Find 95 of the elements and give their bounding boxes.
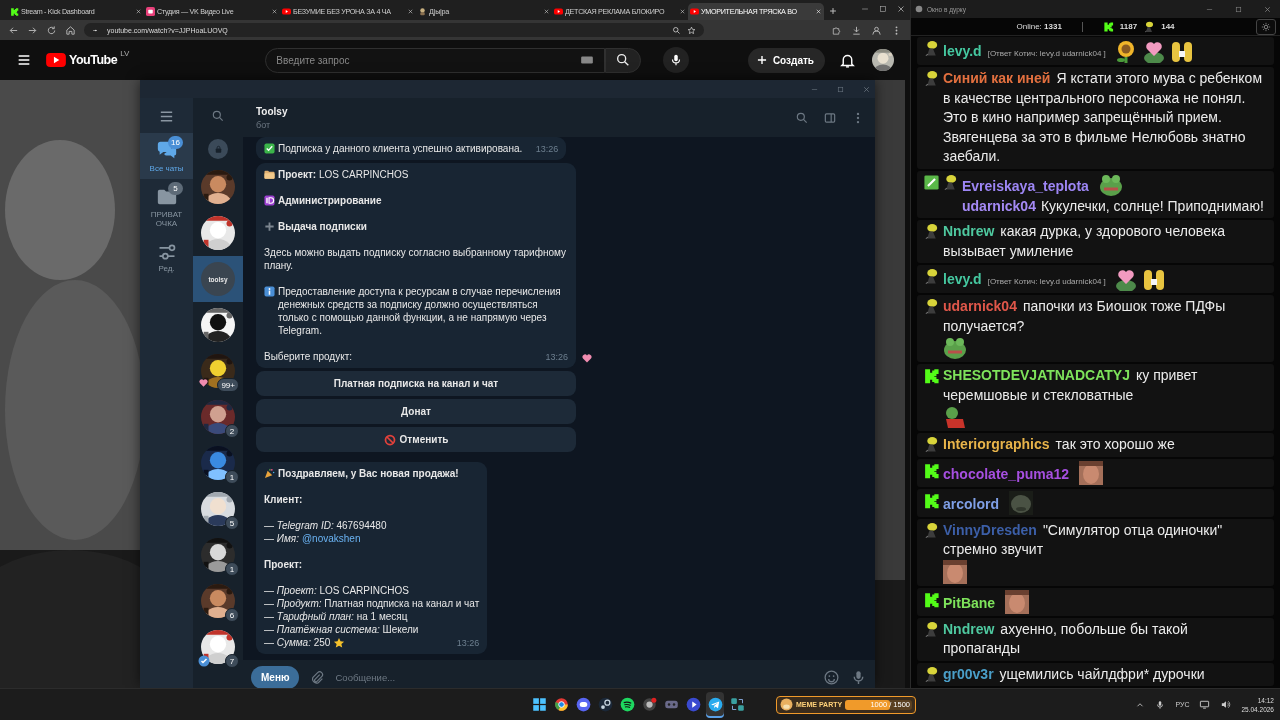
emote-icon [943, 336, 967, 360]
app-icon [418, 7, 427, 16]
home-icon[interactable] [65, 24, 76, 36]
emote-icon [1079, 460, 1104, 485]
emote-icon [1113, 267, 1138, 291]
message-text: gr00v3r ущемились чайлдфри* дурочки [943, 664, 1206, 684]
message-text: SHESOTDEVJATNADCATYJ ку привет черемшовые и стекловатные [943, 366, 1199, 405]
emote-icon [1098, 172, 1123, 197]
message-text: udarnick04 Кукулечки, солнце! Приподнимаю! [962, 196, 1265, 216]
figure-badge-icon [923, 298, 940, 315]
emote-icon [943, 405, 967, 429]
emote-icon [1005, 589, 1030, 614]
platform-badge-icon [10, 7, 19, 16]
forward-icon[interactable] [27, 24, 38, 36]
close-icon[interactable] [1263, 4, 1272, 14]
game-store-icon [597, 697, 613, 712]
music-app-icon [619, 697, 635, 712]
taskbar-app[interactable] [706, 691, 724, 718]
close-icon [679, 8, 686, 15]
close-icon [135, 8, 142, 15]
logo-text[interactable]: YouTube [69, 53, 118, 67]
message-text: Interiorgraphics так это хорошо же [943, 435, 1176, 454]
figure-badge-icon [923, 268, 940, 285]
figure-badge-icon [923, 40, 940, 57]
figure-badge-icon [942, 173, 959, 191]
mic-icon[interactable] [1155, 699, 1166, 710]
bookmark-icon[interactable] [687, 25, 696, 35]
platform-badge-icon [923, 491, 940, 509]
platform-badge-icon [923, 461, 940, 479]
menu-icon[interactable] [16, 52, 32, 68]
message-text: Nndrew какая дурка, у здорового человека вызывает умиление [943, 222, 1227, 261]
download-icon[interactable] [851, 24, 862, 36]
search-icon [672, 25, 681, 35]
maximize-icon[interactable] [878, 4, 888, 14]
message-text: VinnyDresden "Симулятор отца одиночки" стремно звучит [943, 520, 1224, 559]
emote-icon [943, 559, 967, 584]
message-text: chocolate_puma12 [943, 465, 1071, 484]
create-button[interactable]: Создать [747, 47, 825, 73]
figure-badge-icon [923, 665, 940, 683]
figure-badge-icon [923, 436, 940, 453]
maximize-icon[interactable] [1234, 4, 1243, 14]
figure-badge-icon [923, 223, 940, 240]
app-icon [729, 697, 745, 712]
platform-badge-icon [923, 590, 940, 608]
new-tab-icon[interactable] [828, 6, 838, 16]
voice-search-button[interactable] [663, 47, 690, 73]
message-text: PitBane [943, 594, 997, 613]
message-text: arcolord [943, 495, 1000, 514]
paper-plane-icon [707, 697, 723, 712]
profile-icon[interactable] [871, 24, 882, 36]
volume-icon[interactable] [1220, 699, 1232, 710]
play-logo-icon [554, 7, 563, 16]
play-logo-icon [282, 7, 291, 16]
figure-badge-icon [1143, 20, 1156, 33]
figure-badge-icon [923, 521, 940, 539]
close-icon [271, 8, 278, 15]
close-icon [543, 8, 550, 15]
viewer-count: 1187 [1119, 22, 1138, 31]
close-icon[interactable] [896, 4, 906, 14]
message-text: udarnick04 папочки из Биошок тоже ПДФы получается? [943, 297, 1227, 336]
viewer-count: 144 [1161, 22, 1175, 31]
extension-icon[interactable] [831, 24, 842, 36]
app-icon [641, 697, 657, 712]
settings-button[interactable] [1256, 19, 1276, 35]
monitor-icon[interactable] [1199, 699, 1211, 710]
play-logo-icon [46, 53, 66, 67]
platform-badge-icon [1102, 21, 1114, 32]
online-count: Online: 1331 [1016, 22, 1062, 31]
platform-badge-icon [923, 367, 940, 384]
close-icon [407, 8, 414, 15]
emote-icon [1141, 39, 1166, 63]
region-label: LV [120, 49, 130, 58]
reload-icon[interactable] [46, 24, 57, 36]
figure-badge-icon [923, 70, 940, 87]
start-icon [531, 697, 547, 712]
message-text: levy.d [Ответ Котич: levy.d udarnick04 ] [943, 41, 1107, 61]
message-text: Nndrew ахуенно, побольше бы такой пропаганды [943, 619, 1189, 658]
message-text: levy.d [Ответ Котич: levy.d udarnick04 ] [943, 269, 1107, 289]
message-text: Evreiskaya_teplota [962, 177, 1090, 196]
search-field[interactable]: Введите запрос [265, 47, 606, 73]
message-text: Синий как иней Я кстати этого мува с ребенком в качестве центрального персонажа не понял. Это в кино например запрещённый прием. Звягенцева за это в фильме Нелюбовь знатно заебали. [943, 69, 1264, 166]
play-logo-icon [690, 7, 699, 16]
emote-icon [1141, 267, 1166, 291]
figure-badge-icon [923, 620, 940, 638]
app-icon [915, 5, 923, 13]
search-button[interactable] [605, 47, 642, 73]
settings-icon [1261, 22, 1271, 32]
check-badge-icon [923, 173, 940, 191]
chat-app-icon [575, 697, 591, 712]
player-icon [685, 697, 701, 712]
studio-icon [146, 7, 155, 16]
browser-icon [553, 697, 569, 712]
close-icon [815, 8, 822, 15]
emote-icon [1169, 39, 1194, 63]
back-icon[interactable] [8, 24, 19, 36]
